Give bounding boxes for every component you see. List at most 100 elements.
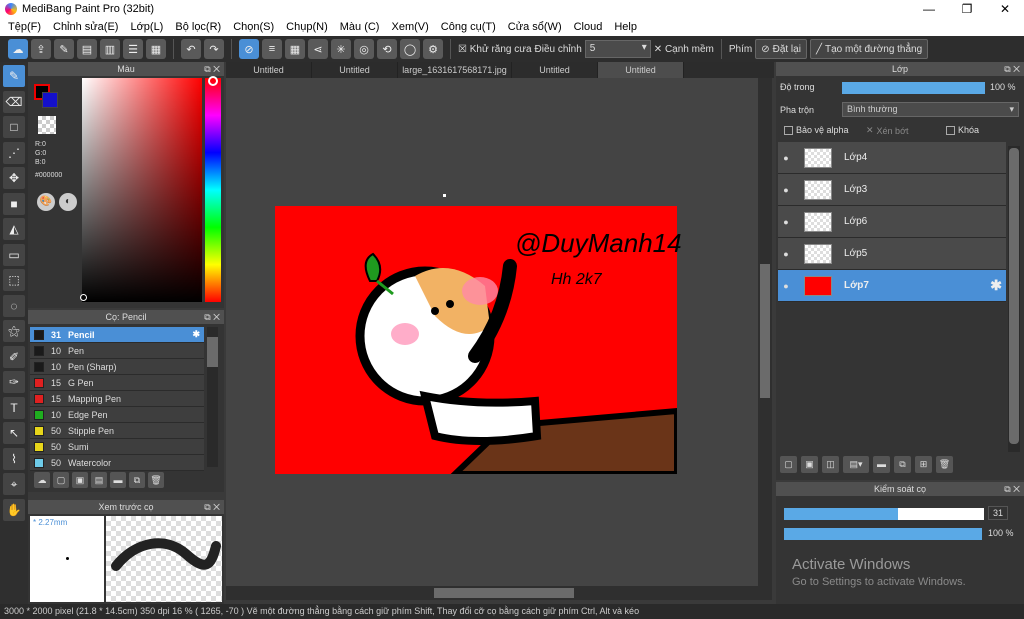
brush-properties-icon[interactable]: ▤ (91, 472, 107, 488)
transparent-color-swatch[interactable] (38, 116, 56, 134)
brush-item-sumi[interactable]: 50 Sumi (30, 439, 204, 455)
brush-item-mapping-pen[interactable]: 15 Mapping Pen (30, 391, 204, 407)
smooth-edge-toggle[interactable]: ✕ Cạnh mềm (654, 44, 714, 55)
canvas-area[interactable]: @DuyManh14 Hh 2k7 (226, 78, 758, 586)
menu-filter[interactable]: Bộ lọc(R) (169, 21, 227, 33)
menu-cloud[interactable]: Cloud (568, 21, 609, 33)
tab-untitled-3[interactable]: Untitled (512, 62, 598, 78)
brush-item-pencil[interactable]: 31 Pencil ✱ (30, 327, 204, 343)
divide-tool-icon[interactable]: ⌇ (3, 447, 25, 470)
duplicate-layer-icon[interactable]: ⧉ (894, 455, 911, 473)
canvas-vertical-scrollbar[interactable] (758, 78, 772, 586)
scrollbar-thumb[interactable] (434, 588, 574, 598)
select-pen-icon[interactable]: ✐ (3, 345, 25, 368)
menu-select[interactable]: Chọn(S) (227, 21, 280, 33)
menu-edit[interactable]: Chỉnh sửa(E) (47, 21, 124, 33)
radial-snap-icon[interactable]: ✳ (331, 39, 351, 59)
fill-rect-icon[interactable]: ■ (3, 192, 25, 215)
brush-item-g-pen[interactable]: 15 G Pen (30, 375, 204, 391)
menu-help[interactable]: Help (608, 21, 643, 33)
tab-untitled-2[interactable]: Untitled (312, 62, 398, 78)
layer-row[interactable]: ● Lớp6 (778, 206, 1006, 238)
menu-view[interactable]: Xem(V) (385, 21, 434, 33)
snap-off-icon[interactable]: ⊘ (239, 39, 259, 59)
brush-list-scrollbar[interactable] (207, 327, 218, 467)
palette-edit-icon[interactable]: ◐ (59, 193, 77, 211)
brush-item-stipple-pen[interactable]: 50 Stipple Pen (30, 423, 204, 439)
brush-item-pen[interactable]: 10 Pen (30, 343, 204, 359)
visibility-icon[interactable]: ● (778, 281, 794, 291)
new-1bit-layer-icon[interactable]: ◫ (822, 455, 839, 473)
minimize-button[interactable]: — (910, 0, 948, 18)
lock-checkbox[interactable]: Khóa (946, 125, 979, 135)
protect-alpha-checkbox[interactable]: Bảo vệ alpha (784, 125, 849, 135)
merge-layer-icon[interactable]: ⊞ (915, 455, 932, 473)
page-icon[interactable]: ▥ (100, 39, 120, 59)
duplicate-brush-icon[interactable]: ⧉ (129, 472, 145, 488)
layer-row[interactable]: ● Lớp3 (778, 174, 1006, 206)
layer-row[interactable]: ● Lớp5 (778, 238, 1006, 270)
panel-controls-icon[interactable]: ⧉ ✕ (1004, 62, 1020, 76)
tab-untitled-active[interactable]: Untitled (598, 62, 684, 78)
shape-tool-icon[interactable]: □ (3, 116, 25, 138)
menu-tools[interactable]: Công cụ(T) (435, 21, 502, 33)
background-color-swatch[interactable] (42, 92, 58, 108)
perspective-snap-icon[interactable]: ⋖ (308, 39, 328, 59)
canvas-horizontal-scrollbar[interactable] (226, 586, 772, 600)
hue-slider-handle[interactable] (208, 76, 218, 86)
export-icon[interactable]: ⇪ (31, 39, 51, 59)
eraser-tool-icon[interactable]: ⌫ (3, 90, 25, 113)
lasso-select-icon[interactable]: ◌ (3, 294, 25, 317)
antialias-checkbox[interactable]: ☒ Khử răng cưa (458, 44, 532, 55)
panel-controls-icon[interactable]: ⧉ ✕ (204, 500, 220, 514)
parallel-snap-icon[interactable]: ≡ (262, 39, 282, 59)
visibility-icon[interactable]: ● (778, 217, 794, 227)
document-icon[interactable]: ▤ (77, 39, 97, 59)
color-picker-cursor[interactable] (80, 294, 87, 301)
brush-tool-icon[interactable]: ✎ (3, 65, 25, 87)
scrollbar-thumb[interactable] (207, 337, 218, 367)
undo-icon[interactable]: ↶ (181, 39, 201, 59)
blend-mode-select[interactable]: Bình thường ▾ (842, 102, 1019, 117)
new-halftone-layer-icon[interactable]: ▣ (801, 455, 818, 473)
scrollbar-thumb[interactable] (1009, 148, 1019, 444)
bucket-tool-icon[interactable]: ◭ (3, 218, 25, 240)
layer-list-scrollbar[interactable] (1008, 146, 1020, 452)
brush-item-watercolor[interactable]: 50 Watercolor (30, 455, 204, 471)
delete-brush-icon[interactable]: 🗑 (148, 472, 164, 488)
select-eraser-icon[interactable]: ✑ (3, 371, 25, 393)
folder-icon[interactable]: ▬ (873, 455, 890, 473)
add-layer-menu-icon[interactable]: ▤▾ (843, 455, 869, 473)
rect-select-icon[interactable]: ⬚ (3, 269, 25, 291)
layer-row[interactable]: ● Lớp4 (778, 142, 1006, 174)
hand-tool-icon[interactable]: ✋ (3, 498, 25, 521)
reset-button[interactable]: ⊘ Đặt lại (755, 39, 807, 59)
hue-slider[interactable] (205, 78, 221, 302)
snap-settings-icon[interactable]: ⚙ (423, 39, 443, 59)
visibility-icon[interactable]: ● (778, 185, 794, 195)
clip-checkbox[interactable]: ✕ Xén bớt (866, 125, 908, 136)
visibility-icon[interactable]: ● (778, 249, 794, 259)
close-button[interactable]: ✕ (986, 0, 1024, 18)
scrollbar-thumb[interactable] (760, 264, 770, 398)
layer-row-selected[interactable]: ● Lớp7 ✱ (778, 270, 1006, 302)
adjust-select[interactable]: 5 ▾ (584, 40, 651, 58)
brush-size-value[interactable]: 31 (988, 506, 1009, 520)
magic-wand-icon[interactable]: ⚝ (3, 320, 25, 342)
palette-icon[interactable]: 🎨 (37, 193, 55, 211)
concentric-snap-icon[interactable]: ◎ (354, 39, 374, 59)
brush-opacity-slider[interactable] (784, 528, 982, 540)
curve-snap-icon[interactable]: ⟲ (377, 39, 397, 59)
text-tool-icon[interactable]: T (3, 396, 25, 419)
gear-icon[interactable]: ✱ (192, 329, 200, 340)
add-brush-icon[interactable]: ▣ (72, 472, 88, 488)
redo-icon[interactable]: ↷ (204, 39, 224, 59)
grid-snap-icon[interactable]: ▦ (285, 39, 305, 59)
delete-layer-icon[interactable]: 🗑 (936, 455, 953, 473)
new-brush-icon[interactable]: ▢ (53, 472, 69, 488)
gradient-tool-icon[interactable]: ▭ (3, 243, 25, 266)
menu-layer[interactable]: Lớp(L) (124, 21, 169, 33)
list-icon[interactable]: ☰ (123, 39, 143, 59)
move-tool-icon[interactable]: ✥ (3, 167, 25, 189)
maximize-button[interactable]: ❐ (948, 0, 986, 18)
